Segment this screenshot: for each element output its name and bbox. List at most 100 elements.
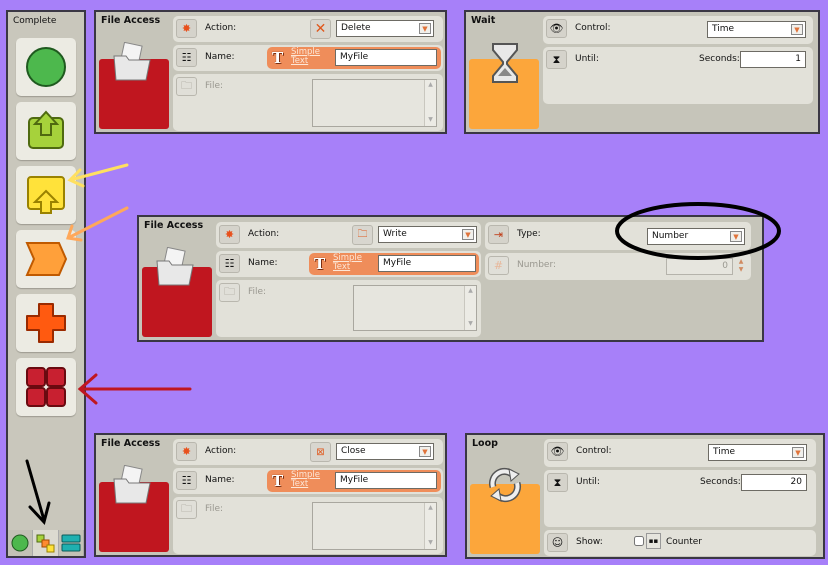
number-row: # Number: 0 ▲ ▼	[485, 253, 751, 280]
action-select[interactable]: Close ▼	[336, 443, 434, 460]
file-row: 🗀 File: ▲ ▼	[173, 74, 443, 131]
folder-icon: 🗀	[176, 77, 197, 96]
action-row: ✸ Action: ✕ Delete ▼	[173, 16, 443, 42]
type-input-icon: ⇥	[488, 225, 509, 244]
folder-icon: 🗀	[176, 500, 197, 519]
type-select-value: Number	[652, 231, 689, 241]
file-list-scrollbar[interactable]: ▲ ▼	[424, 503, 436, 549]
action-select-value: Write	[383, 229, 407, 239]
action-select[interactable]: Delete ▼	[336, 20, 434, 37]
file-label: File:	[205, 81, 224, 91]
folder-document-icon	[113, 465, 151, 504]
number-spinner[interactable]: ▲ ▼	[735, 258, 747, 275]
hourglass-icon	[492, 43, 518, 83]
hourglass-small-icon: ⧗	[547, 473, 568, 492]
chevron-down-icon: ▼	[419, 446, 431, 457]
block-title: Loop	[472, 438, 498, 449]
type-select[interactable]: Number ▼	[647, 228, 745, 245]
simple-text-panel: T Simple Text MyFile	[267, 47, 441, 69]
simple-text-panel: T Simple Text MyFile	[309, 253, 479, 275]
text-t-icon: T	[272, 49, 284, 67]
simple-text-link[interactable]: Simple Text	[291, 48, 325, 66]
eye-icon: 👁	[546, 19, 567, 38]
until-label: Until:	[576, 477, 600, 487]
action-burst-icon: ✸	[176, 442, 197, 461]
simple-text-link[interactable]: Simple Text	[291, 471, 325, 489]
file-list[interactable]: ▲ ▼	[312, 502, 437, 550]
control-select[interactable]: Time ▼	[707, 21, 806, 38]
loop-arrows-icon	[488, 467, 522, 503]
tab-complete-palette[interactable]	[33, 530, 59, 556]
yellow-up-arrow-icon	[27, 176, 65, 214]
seconds-label: Seconds:	[699, 54, 740, 64]
name-tag-icon: ☷	[176, 471, 197, 490]
file-row: 🗀 File: ▲ ▼	[173, 497, 443, 554]
chevron-down-icon: ▼	[792, 447, 804, 458]
control-row: 👁 Control: Time ▼	[543, 16, 813, 44]
tab-common-palette[interactable]	[8, 530, 34, 556]
folder-close-icon: ⊠	[310, 442, 331, 462]
name-row: ☷ Name: T Simple Text MyFile	[216, 251, 481, 277]
name-input[interactable]: MyFile	[378, 255, 476, 272]
delete-x-icon: ✕	[310, 19, 331, 39]
name-row: ☷ Name: T Simple Text MyFile	[173, 468, 443, 494]
chevron-down-icon: ▼	[419, 23, 431, 34]
palette-advanced-blocks[interactable]	[16, 358, 76, 416]
red-arrow-annotation	[77, 373, 192, 405]
action-select[interactable]: Write ▼	[378, 226, 477, 243]
file-list[interactable]: ▲ ▼	[312, 79, 437, 127]
name-label: Name:	[248, 258, 278, 268]
red-grid-icon	[26, 367, 66, 407]
counter-checkbox[interactable]	[634, 536, 644, 546]
show-row: ☺ Show: ▪▪ Counter	[544, 530, 816, 556]
seconds-input[interactable]: 20	[741, 474, 807, 491]
number-label: Number:	[517, 260, 557, 270]
control-select-value: Time	[712, 24, 735, 34]
folder-document-icon	[156, 247, 194, 286]
display-icon: ☺	[547, 533, 568, 552]
teal-bars-icon	[61, 534, 81, 552]
control-select[interactable]: Time ▼	[708, 444, 807, 461]
file-list-scrollbar[interactable]: ▲ ▼	[464, 286, 476, 330]
wait-block: Wait 👁 Control: Time ▼ ⧗ Until: Seconds:…	[464, 10, 820, 134]
hourglass-small-icon: ⧗	[546, 50, 567, 69]
number-input[interactable]: 0	[666, 258, 733, 275]
block-title: File Access	[101, 438, 161, 449]
orange-chevron-icon	[25, 242, 68, 276]
palette-sensor-blocks[interactable]	[16, 166, 76, 224]
palette-common-blocks[interactable]	[16, 38, 76, 96]
palette-title: Complete	[13, 16, 57, 26]
folder-write-icon: 🗀	[352, 225, 373, 245]
palette-tabs	[8, 530, 84, 556]
block-title: File Access	[144, 220, 204, 231]
stacked-blocks-icon	[36, 534, 55, 553]
loop-block: Loop 👁 Control: Time ▼ ⧗ Until: Seconds:…	[465, 433, 825, 559]
folder-icon: 🗀	[219, 283, 240, 302]
palette-flow-blocks[interactable]	[16, 230, 76, 288]
chevron-down-icon: ▼	[791, 24, 803, 35]
palette-action-blocks[interactable]	[16, 102, 76, 160]
name-label: Name:	[205, 475, 235, 485]
simple-text-link[interactable]: Simple Text	[333, 254, 367, 272]
red-cross-icon	[26, 303, 66, 343]
name-label: Name:	[205, 52, 235, 62]
file-list-scrollbar[interactable]: ▲ ▼	[424, 80, 436, 126]
action-burst-icon: ✸	[176, 19, 197, 38]
name-input[interactable]: MyFile	[335, 49, 437, 66]
action-label: Action:	[205, 23, 237, 33]
file-list[interactable]: ▲ ▼	[353, 285, 477, 331]
control-select-value: Time	[713, 447, 736, 457]
file-access-write-block: File Access ✸ Action: 🗀 Write ▼ ☷ Name: …	[137, 215, 764, 342]
block-palette: Complete	[6, 10, 86, 558]
until-row: ⧗ Until: Seconds: 20	[544, 470, 816, 527]
control-label: Control:	[575, 23, 611, 33]
type-label: Type:	[517, 229, 541, 239]
seconds-input[interactable]: 1	[740, 51, 806, 68]
name-input[interactable]: MyFile	[335, 472, 437, 489]
palette-data-blocks[interactable]	[16, 294, 76, 352]
show-label: Show:	[576, 537, 603, 547]
chevron-down-icon: ▼	[730, 231, 742, 242]
text-t-icon: T	[272, 472, 284, 490]
block-title: File Access	[101, 15, 161, 26]
tab-custom-palette[interactable]	[58, 530, 84, 556]
